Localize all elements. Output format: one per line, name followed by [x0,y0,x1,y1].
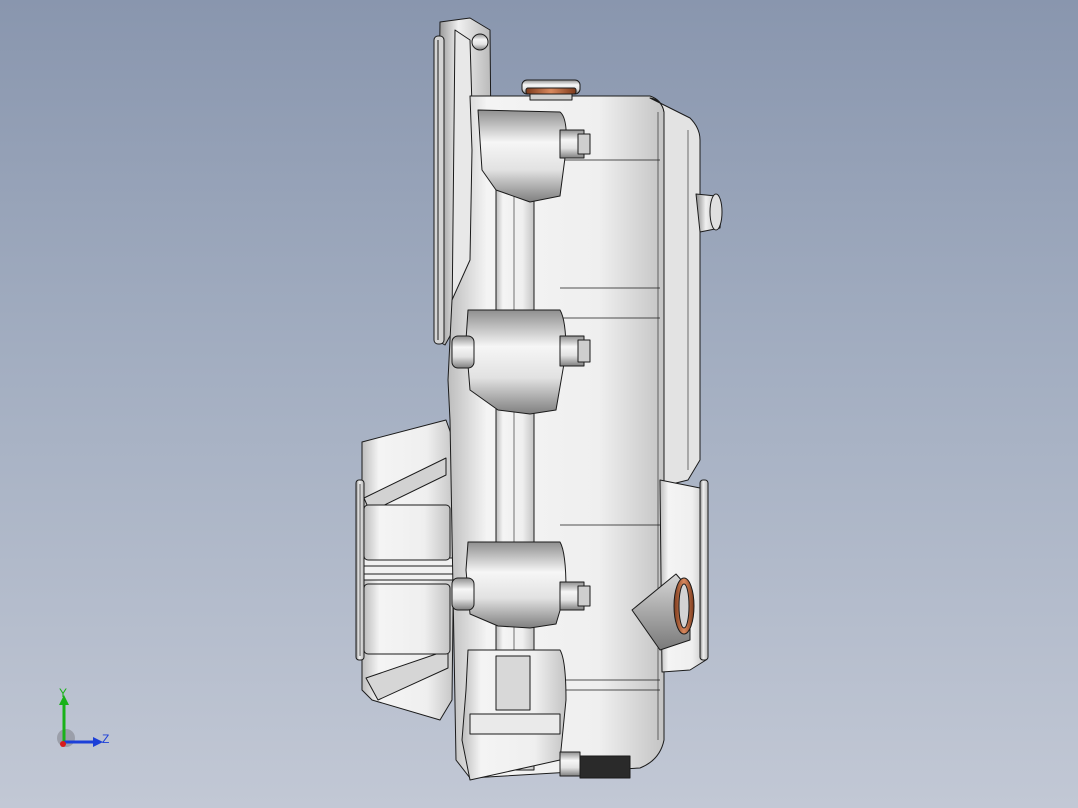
flange-bolt-top [471,33,489,51]
gearbox-body [355,17,723,781]
x-axis-point [60,741,66,747]
lower-housing-hub [363,504,451,561]
lower-lug [465,541,567,629]
filler-plug-seal [525,87,577,95]
graphics-viewport[interactable]: Y Z [0,0,1078,808]
triad-graphic [57,695,103,747]
drain-plug [678,583,690,629]
lower-bolt-nut [577,585,591,607]
top-bolt-nut [577,133,591,155]
bottom-dark-recess [579,755,631,779]
y-axis-label: Y [59,686,68,700]
triad-origin-glyph [57,729,75,747]
lower-housing-hub-2 [363,583,451,655]
bottom-cutout [495,655,531,711]
middle-left-cylinder [451,335,475,369]
bottom-bolt-shank [559,751,581,777]
lower-left-cylinder [451,577,475,611]
coordinate-triad: Y Z [44,682,124,762]
z-axis-label: Z [102,732,110,746]
middle-bolt-nut [577,339,591,363]
gearbox-model[interactable] [0,0,1078,808]
middle-lug [465,309,567,415]
